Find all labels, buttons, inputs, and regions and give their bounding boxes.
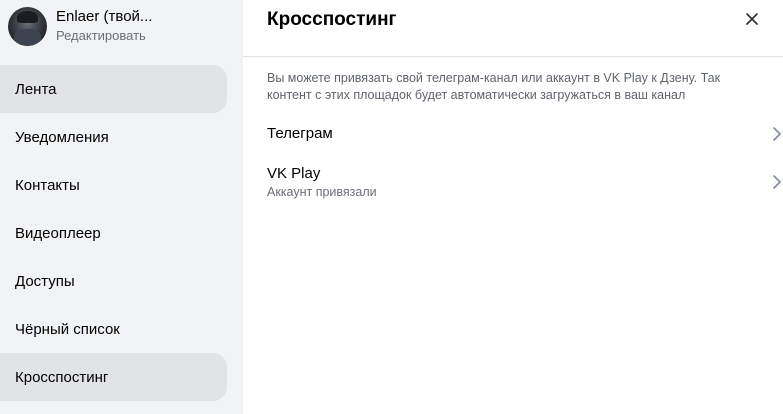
close-button[interactable] [743, 10, 761, 28]
sidebar-item-label: Чёрный список [15, 320, 120, 338]
profile-text: Enlaer (твой... Редактировать [56, 8, 152, 44]
sidebar-item-access[interactable]: Доступы [0, 257, 227, 305]
profile-name: Enlaer (твой... [56, 8, 153, 25]
sidebar-item-label: Доступы [15, 272, 75, 290]
vk-play-row[interactable]: VK Play Аккаунт привязали [243, 160, 783, 202]
edit-profile-link[interactable]: Редактировать [56, 28, 152, 44]
sidebar-item-label: Лента [15, 80, 57, 98]
sidebar-item-label: Контакты [15, 176, 80, 194]
chevron-right-icon [771, 174, 783, 190]
sidebar-item-blacklist[interactable]: Чёрный список [0, 305, 227, 353]
row-title: VK Play [267, 165, 321, 182]
sidebar-item-label: Кросспостинг [15, 368, 109, 386]
telegram-row[interactable]: Телеграм [243, 120, 783, 150]
sidebar-item-label: Уведомления [15, 128, 109, 146]
crossposting-description: Вы можете привязать свой телеграм-канал … [267, 71, 721, 102]
sidebar-item-contacts[interactable]: Контакты [0, 161, 227, 209]
close-icon [746, 13, 758, 25]
crossposting-panel: Кросспостинг Вы можете привязать свой те… [243, 0, 783, 414]
sidebar-item-notifications[interactable]: Уведомления [0, 113, 227, 161]
avatar [8, 6, 47, 46]
sidebar-nav: Лента Уведомления Контакты Видеоплеер До… [0, 65, 243, 401]
sidebar-item-crossposting[interactable]: Кросспостинг [0, 353, 227, 401]
row-title: Телеграм [267, 125, 333, 142]
profile-block[interactable]: Enlaer (твой... Редактировать [8, 6, 152, 46]
chevron-right-icon [771, 126, 783, 142]
sidebar-item-label: Видеоплеер [15, 224, 101, 242]
sidebar: Enlaer (твой... Редактировать Лента Увед… [0, 0, 243, 414]
page-title: Кросспостинг [267, 9, 397, 30]
sidebar-item-feed[interactable]: Лента [0, 65, 227, 113]
settings-window: Enlaer (твой... Редактировать Лента Увед… [0, 0, 783, 414]
header-divider [243, 56, 783, 57]
row-subtitle: Аккаунт привязали [267, 185, 377, 199]
sidebar-item-videoplayer[interactable]: Видеоплеер [0, 209, 227, 257]
